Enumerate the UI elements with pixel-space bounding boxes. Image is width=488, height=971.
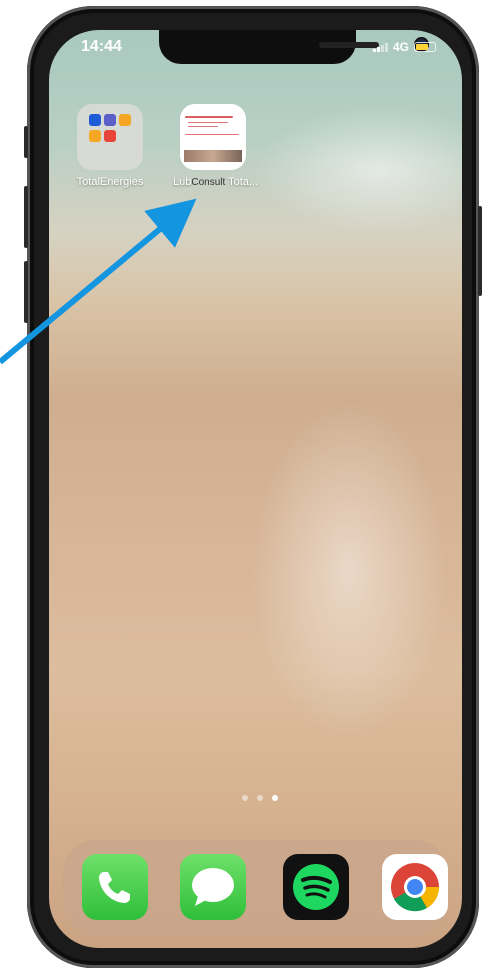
home-screen: 14:44 4G TotalEnergies LubConsult Tota..… [49, 30, 462, 948]
network-type: 4G [392, 40, 409, 54]
teams-mini-icon [104, 114, 116, 126]
folder-icon [77, 104, 143, 170]
app-mini-icon [104, 130, 116, 142]
messages-app[interactable] [180, 854, 246, 920]
my-mini-icon [119, 114, 131, 126]
chrome-app[interactable] [382, 854, 448, 920]
mute-switch [24, 126, 28, 158]
volume-down-button [24, 261, 28, 323]
signal-icon [372, 42, 388, 52]
status-indicators: 4G [372, 40, 436, 54]
volume-up-button [24, 186, 28, 248]
spotify-icon [293, 864, 339, 910]
message-bubble-icon [192, 868, 234, 906]
status-time: 14:44 [81, 38, 122, 55]
notch [159, 30, 427, 64]
app-lub-consult[interactable]: LubConsult Tota... [173, 104, 259, 188]
app-label: TotalEnergies [76, 176, 144, 188]
speaker [319, 42, 379, 48]
app-mini-icon [89, 130, 101, 142]
dock [63, 840, 448, 936]
battery-icon [414, 42, 436, 52]
consult-overlay-label: Consult [191, 177, 226, 188]
page-dot [242, 795, 248, 801]
side-button [478, 206, 482, 296]
page-indicator[interactable] [242, 795, 278, 801]
page-dot-active [272, 795, 278, 801]
web-clip-icon [180, 104, 246, 170]
spotify-app[interactable] [283, 854, 349, 920]
folder-totalenergies[interactable]: TotalEnergies [70, 104, 150, 188]
app-mini-icon [89, 114, 101, 126]
phone-app[interactable] [82, 854, 148, 920]
app-label: LubConsult Tota... [173, 176, 259, 188]
phone-icon [99, 872, 130, 903]
page-dot [257, 795, 263, 801]
chrome-icon [391, 863, 440, 912]
